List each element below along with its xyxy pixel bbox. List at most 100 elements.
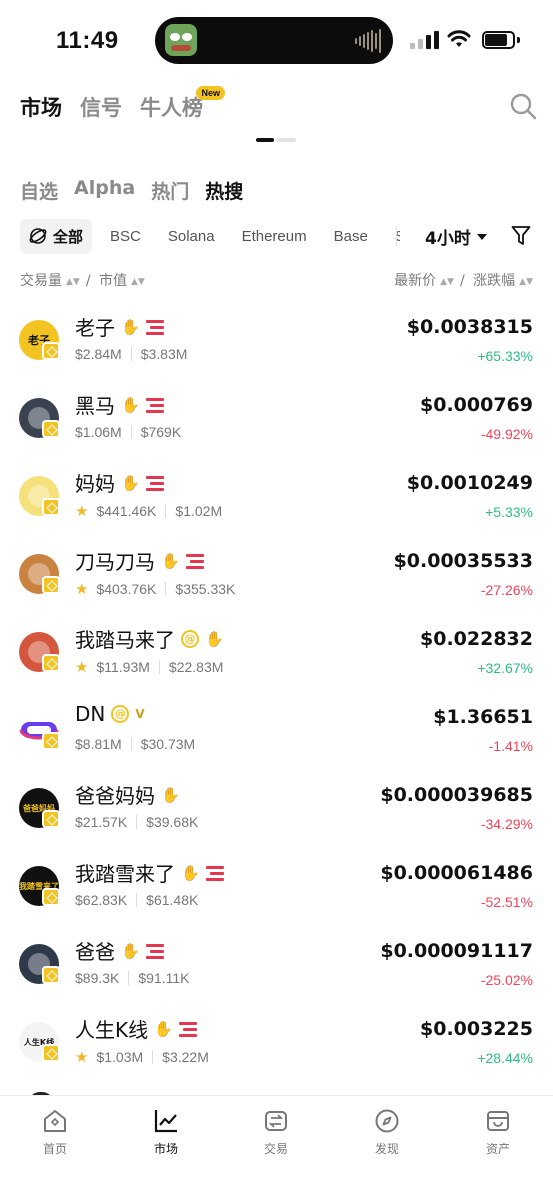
tab-leaderboard[interactable]: 牛人榜 New	[140, 86, 225, 122]
chain-chip-solana[interactable]: Solana	[168, 228, 215, 245]
token-change: -27.26%	[480, 582, 533, 598]
nav-discover[interactable]: 发现	[347, 1108, 427, 1157]
home-icon	[44, 1110, 66, 1132]
sort-change[interactable]: 涨跌幅	[473, 273, 515, 289]
token-row[interactable]: 我踏雪来了 我踏雪来了 ✋ $62.83K $61.48K $0.000061486 -52…	[0, 858, 553, 936]
token-name-row: 黑马 ✋	[75, 390, 164, 419]
token-row[interactable]: 爸爸妈妈 爸爸妈妈 ✋ $21.57K $39.68K $0.000039685 -34.2…	[0, 780, 553, 858]
nav-home[interactable]: 首页	[15, 1108, 95, 1157]
chart-icon	[154, 1110, 177, 1133]
tab-signals[interactable]: 信号	[80, 92, 122, 122]
token-row[interactable]: 人生K线 人生K线 ✋ ★ $1.03M $3.22M $0.003225 +28.44%	[0, 1014, 553, 1092]
token-stats: ★ $11.93M $22.83M	[75, 658, 223, 676]
token-stats: $89.3K $91.11K	[75, 970, 190, 986]
chain-badge-icon	[42, 732, 60, 750]
chain-chip-base[interactable]: Base	[334, 228, 368, 245]
nav-trade[interactable]: 交易	[236, 1108, 316, 1157]
token-name-row: 老子 ✋	[75, 312, 164, 341]
nav-trade-label: 交易	[263, 1142, 288, 1156]
token-volume: $441.46K	[96, 503, 157, 519]
filter-icon[interactable]	[511, 225, 531, 247]
sort-mcap[interactable]: 市值	[99, 273, 127, 289]
token-row[interactable]: 妈妈 ✋ ★ $441.46K $1.02M $0.0010249 +5.33%	[0, 468, 553, 546]
subtab-alpha[interactable]: Alpha	[74, 177, 135, 204]
chain-chip-bsc[interactable]: BSC	[110, 228, 141, 245]
hand-icon: ✋	[121, 317, 140, 336]
token-name-row: 妈妈 ✋	[75, 468, 164, 497]
token-row[interactable]: 黑马 ✋ $1.06M $769K $0.000769 -49.92%	[0, 390, 553, 468]
bars-tag-icon	[145, 475, 164, 491]
subtab-watchlist[interactable]: 自选	[20, 177, 58, 204]
token-change: +28.44%	[477, 1050, 533, 1066]
token-volume: $1.03M	[96, 1049, 144, 1065]
token-name-row: 爸爸妈妈 ✋	[75, 780, 180, 809]
nav-market-label: 市场	[153, 1142, 178, 1156]
search-icon[interactable]	[509, 92, 537, 120]
status-time: 11:49	[56, 27, 119, 54]
token-mcap: $769K	[140, 424, 182, 440]
token-row[interactable]: 我踏马来了 @ ✋ ★ $11.93M $22.83M $0.022832 +32.67%	[0, 624, 553, 702]
token-mcap: $91.11K	[138, 970, 190, 986]
stats-divider	[136, 893, 138, 907]
token-mcap: $3.22M	[162, 1049, 209, 1065]
battery-icon	[482, 31, 520, 49]
nav-discover-label: 发现	[374, 1142, 399, 1156]
token-mcap: $3.83M	[140, 346, 188, 362]
hand-icon: ✋	[121, 941, 140, 960]
token-volume: $8.81M	[75, 736, 122, 752]
hand-icon: ✋	[161, 785, 180, 804]
top-tabs: 市场 信号 牛人榜 New	[20, 86, 225, 122]
token-name: 我踏雪来了	[75, 862, 175, 886]
token-change: -49.92%	[480, 426, 533, 442]
token-name: 妈妈	[75, 472, 115, 496]
sort-price[interactable]: 最新价	[394, 273, 436, 289]
token-name: 黑马	[75, 394, 115, 418]
cellular-signal-icon	[410, 31, 440, 49]
bars-tag-icon	[178, 1021, 197, 1037]
token-row[interactable]: 刀马刀马 ✋ ★ $403.76K $355.33K $0.00035533 -27.26%	[0, 546, 553, 624]
period-selector[interactable]: 4小时	[425, 224, 487, 249]
chain-badge-icon	[42, 966, 60, 984]
sort-arrows-icon: ▲▼	[66, 277, 80, 287]
chain-chip-all[interactable]: 全部	[20, 218, 93, 254]
sort-arrows-icon: ▲▼	[519, 277, 533, 287]
at-icon: @	[111, 705, 130, 723]
token-volume: $1.06M	[75, 424, 122, 440]
at-icon: @	[181, 629, 199, 648]
hand-icon: ✋	[121, 473, 140, 492]
nav-assets[interactable]: 资产	[458, 1108, 538, 1157]
subtab-trending-search[interactable]: 热搜	[205, 177, 243, 204]
token-row[interactable]: 老子 老子 ✋ $2.84M $3.83M $0.0038315 +65.33%	[0, 312, 553, 390]
star-icon: ★	[75, 659, 89, 676]
hand-icon: ✋	[161, 551, 180, 570]
chain-chip-ethereum[interactable]: Ethereum	[242, 228, 307, 245]
token-change: +5.33%	[485, 504, 533, 520]
token-name: 人生K线	[75, 1018, 149, 1042]
token-price: $0.00035533	[393, 550, 533, 572]
token-price: $0.000061486	[380, 862, 533, 884]
tab-leaderboard-label: 牛人榜	[140, 96, 203, 120]
stats-divider	[130, 425, 132, 439]
token-row[interactable]: 爸爸 ✋ $89.3K $91.11K $0.000091117 -25.02%	[0, 936, 553, 1014]
header-slash: /	[85, 273, 91, 289]
dynamic-island[interactable]	[155, 17, 393, 64]
sort-arrows-icon: ▲▼	[440, 277, 454, 287]
chain-badge-icon	[42, 810, 60, 828]
token-price: $1.36651	[433, 706, 533, 728]
sort-arrows-icon: ▲▼	[131, 277, 145, 287]
chain-badge-icon	[42, 342, 60, 360]
chain-badge-icon	[42, 1044, 60, 1062]
token-name: DN	[75, 702, 106, 726]
subtab-hot[interactable]: 热门	[151, 177, 189, 204]
token-mcap: $1.02M	[175, 503, 223, 519]
chain-badge-icon	[42, 888, 60, 906]
sub-tabs: 自选 Alpha 热门 热搜	[20, 177, 243, 204]
page-indicator	[256, 138, 296, 142]
tab-market[interactable]: 市场	[20, 92, 62, 122]
token-row[interactable]: DN @ V $8.81M $30.73M $1.36651 -1.41%	[0, 702, 553, 780]
sort-volume[interactable]: 交易量	[20, 273, 62, 289]
nav-market[interactable]: 市场	[126, 1108, 206, 1157]
token-name-row: 我踏雪来了 ✋	[75, 858, 224, 887]
chain-chip-all-label: 全部	[53, 228, 84, 246]
chain-badge-icon	[42, 420, 60, 438]
